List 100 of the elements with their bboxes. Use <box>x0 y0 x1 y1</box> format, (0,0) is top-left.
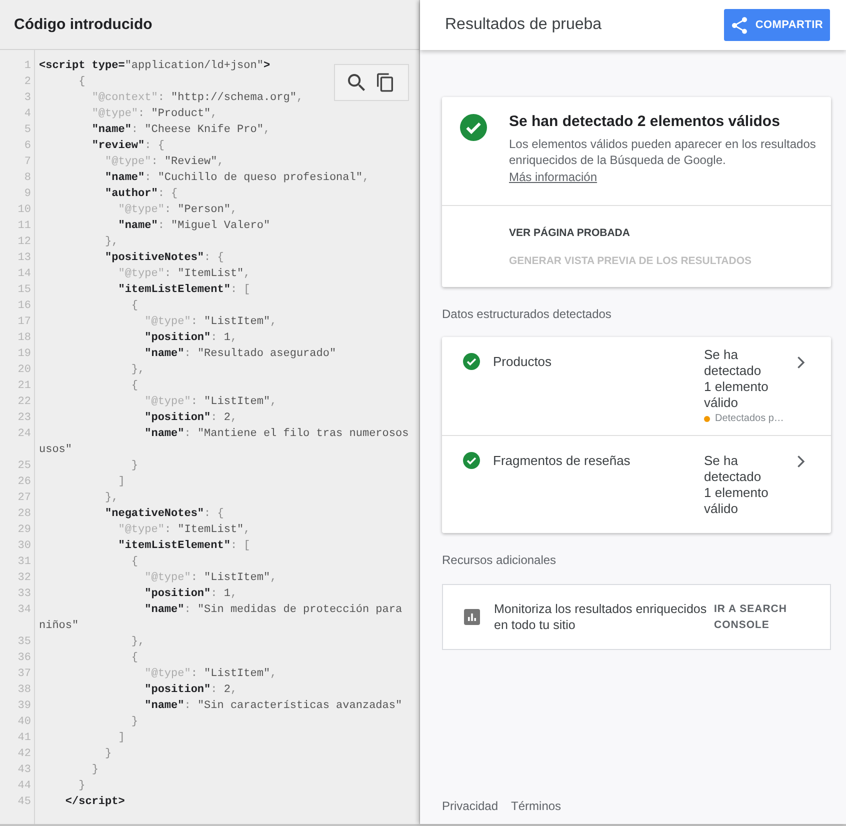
code-line: } <box>131 716 138 728</box>
code-line: "@type": "Person", <box>118 204 238 216</box>
code-line: { <box>131 380 138 392</box>
code-line: "@type": "ItemList", <box>118 524 250 536</box>
code-line: "review": { <box>92 140 164 152</box>
line-number: 19 <box>18 348 31 360</box>
line-number: 23 <box>18 412 31 424</box>
line-number: 12 <box>18 236 31 248</box>
line-number: 36 <box>18 652 31 664</box>
line-number: 15 <box>18 284 31 296</box>
code-line: { <box>131 652 138 664</box>
line-number: 4 <box>24 108 31 120</box>
code-line: "negativeNotes": { <box>105 508 224 520</box>
action-button[interactable]: VER PÁGINA PROBADA <box>509 224 630 242</box>
line-number: 16 <box>18 300 31 312</box>
line-number: 20 <box>18 364 31 376</box>
code-line: }, <box>131 364 145 376</box>
code-line: "@type": "ItemList", <box>118 268 250 280</box>
footer-link[interactable]: Privacidad <box>442 798 498 814</box>
line-number: 28 <box>18 508 31 520</box>
console-link[interactable]: IR A SEARCH CONSOLE <box>714 601 804 633</box>
line-number: 5 <box>24 124 31 136</box>
code-line: "name": "Resultado asegurado" <box>144 348 336 360</box>
line-number: 32 <box>18 572 31 584</box>
section-heading: Datos estructurados detectados <box>442 306 612 322</box>
line-number: 11 <box>18 220 31 232</box>
share-icon <box>732 16 748 34</box>
search-icon <box>348 74 364 91</box>
chevron-right-icon[interactable] <box>797 455 805 468</box>
line-number: 38 <box>18 684 31 696</box>
item-name: Productos <box>493 354 553 370</box>
code-line: "name": "Sin características avanzadas" <box>144 700 402 712</box>
line-number: 8 <box>24 172 31 184</box>
code-line: { <box>78 76 86 88</box>
footer-link[interactable]: Términos <box>511 798 562 814</box>
line-number: 18 <box>18 332 31 344</box>
panel-title: Código introducido <box>14 16 152 33</box>
item-status: Se ha detectado 1 elemento válido <box>704 452 770 516</box>
share-button[interactable]: COMPARTIR <box>724 9 830 41</box>
line-number: 45 <box>18 796 31 808</box>
line-number: 25 <box>18 460 31 472</box>
line-number: 40 <box>18 716 31 728</box>
panel-title: Resultados de prueba <box>445 16 602 34</box>
code-line: "name": "Sin medidas de protección para niños" <box>39 604 404 632</box>
code-line: "@type": "Product", <box>92 108 218 120</box>
code-line: "position": 2, <box>144 684 238 696</box>
code-line: "name": "Cuchillo de queso profesional", <box>105 172 370 184</box>
line-number: 39 <box>18 700 31 712</box>
code-line: } <box>105 748 112 760</box>
code-line: ] <box>118 732 125 744</box>
line-number: 31 <box>18 556 31 568</box>
line-number: 9 <box>24 188 31 200</box>
line-number: 30 <box>18 540 31 552</box>
line-number: 41 <box>18 732 31 744</box>
code-line: ] <box>118 476 125 488</box>
line-number: 43 <box>18 764 31 776</box>
code-line: "itemListElement": [ <box>118 540 250 552</box>
code-line: "position": 2, <box>144 412 238 424</box>
line-number: 3 <box>24 92 31 104</box>
code-line: "positiveNotes": { <box>105 252 224 264</box>
item-name: Fragmentos de reseñas <box>493 453 632 469</box>
line-number: 37 <box>18 668 31 680</box>
line-number: 14 <box>18 268 31 280</box>
code-line: } <box>78 780 86 792</box>
item-status: Se ha detectado 1 elemento válido <box>704 346 770 410</box>
line-number: 34 <box>18 604 31 616</box>
copy-icon <box>377 73 393 92</box>
section-heading: Recursos adicionales <box>442 552 558 568</box>
code-line: "name": "Miguel Valero" <box>118 220 270 232</box>
code-line: "author": { <box>105 188 178 200</box>
code-line: "@type": "ListItem", <box>144 572 277 584</box>
line-number: 17 <box>18 316 31 328</box>
line-number: 29 <box>18 524 31 536</box>
line-number: 10 <box>18 204 31 216</box>
chevron-right-icon[interactable] <box>797 356 805 369</box>
code-line: }, <box>105 236 118 248</box>
line-number: 35 <box>18 636 31 648</box>
line-number: 7 <box>24 156 31 168</box>
action-button: GENERAR VISTA PREVIA DE LOS RESULTADOS <box>509 252 752 270</box>
code-line: "position": 1, <box>144 332 238 344</box>
code-line: }, <box>131 636 145 648</box>
line-number: 27 <box>18 492 31 504</box>
code-line: }, <box>105 492 118 504</box>
code-line: { <box>131 556 138 568</box>
line-number: 42 <box>18 748 31 760</box>
bar-chart-icon <box>464 609 480 625</box>
code-line: <script type="application/ld+json"> <box>39 60 270 72</box>
line-number: 6 <box>24 140 31 152</box>
code-line: "itemListElement": [ <box>118 284 250 296</box>
code-line: "position": 1, <box>144 588 238 600</box>
line-number: 21 <box>18 380 31 392</box>
code-line: "name": "Mantiene el filo tras numerosos usos" <box>39 428 410 456</box>
code-line: { <box>131 300 138 312</box>
line-number: 33 <box>18 588 31 600</box>
code-line: "@type": "ListItem", <box>144 316 277 328</box>
code-line: "@type": "ListItem", <box>144 668 277 680</box>
code-line: "name": "Cheese Knife Pro", <box>92 124 270 136</box>
more-info-link[interactable]: Más información <box>509 170 598 184</box>
status-dot-icon <box>704 416 710 422</box>
line-number: 22 <box>18 396 31 408</box>
